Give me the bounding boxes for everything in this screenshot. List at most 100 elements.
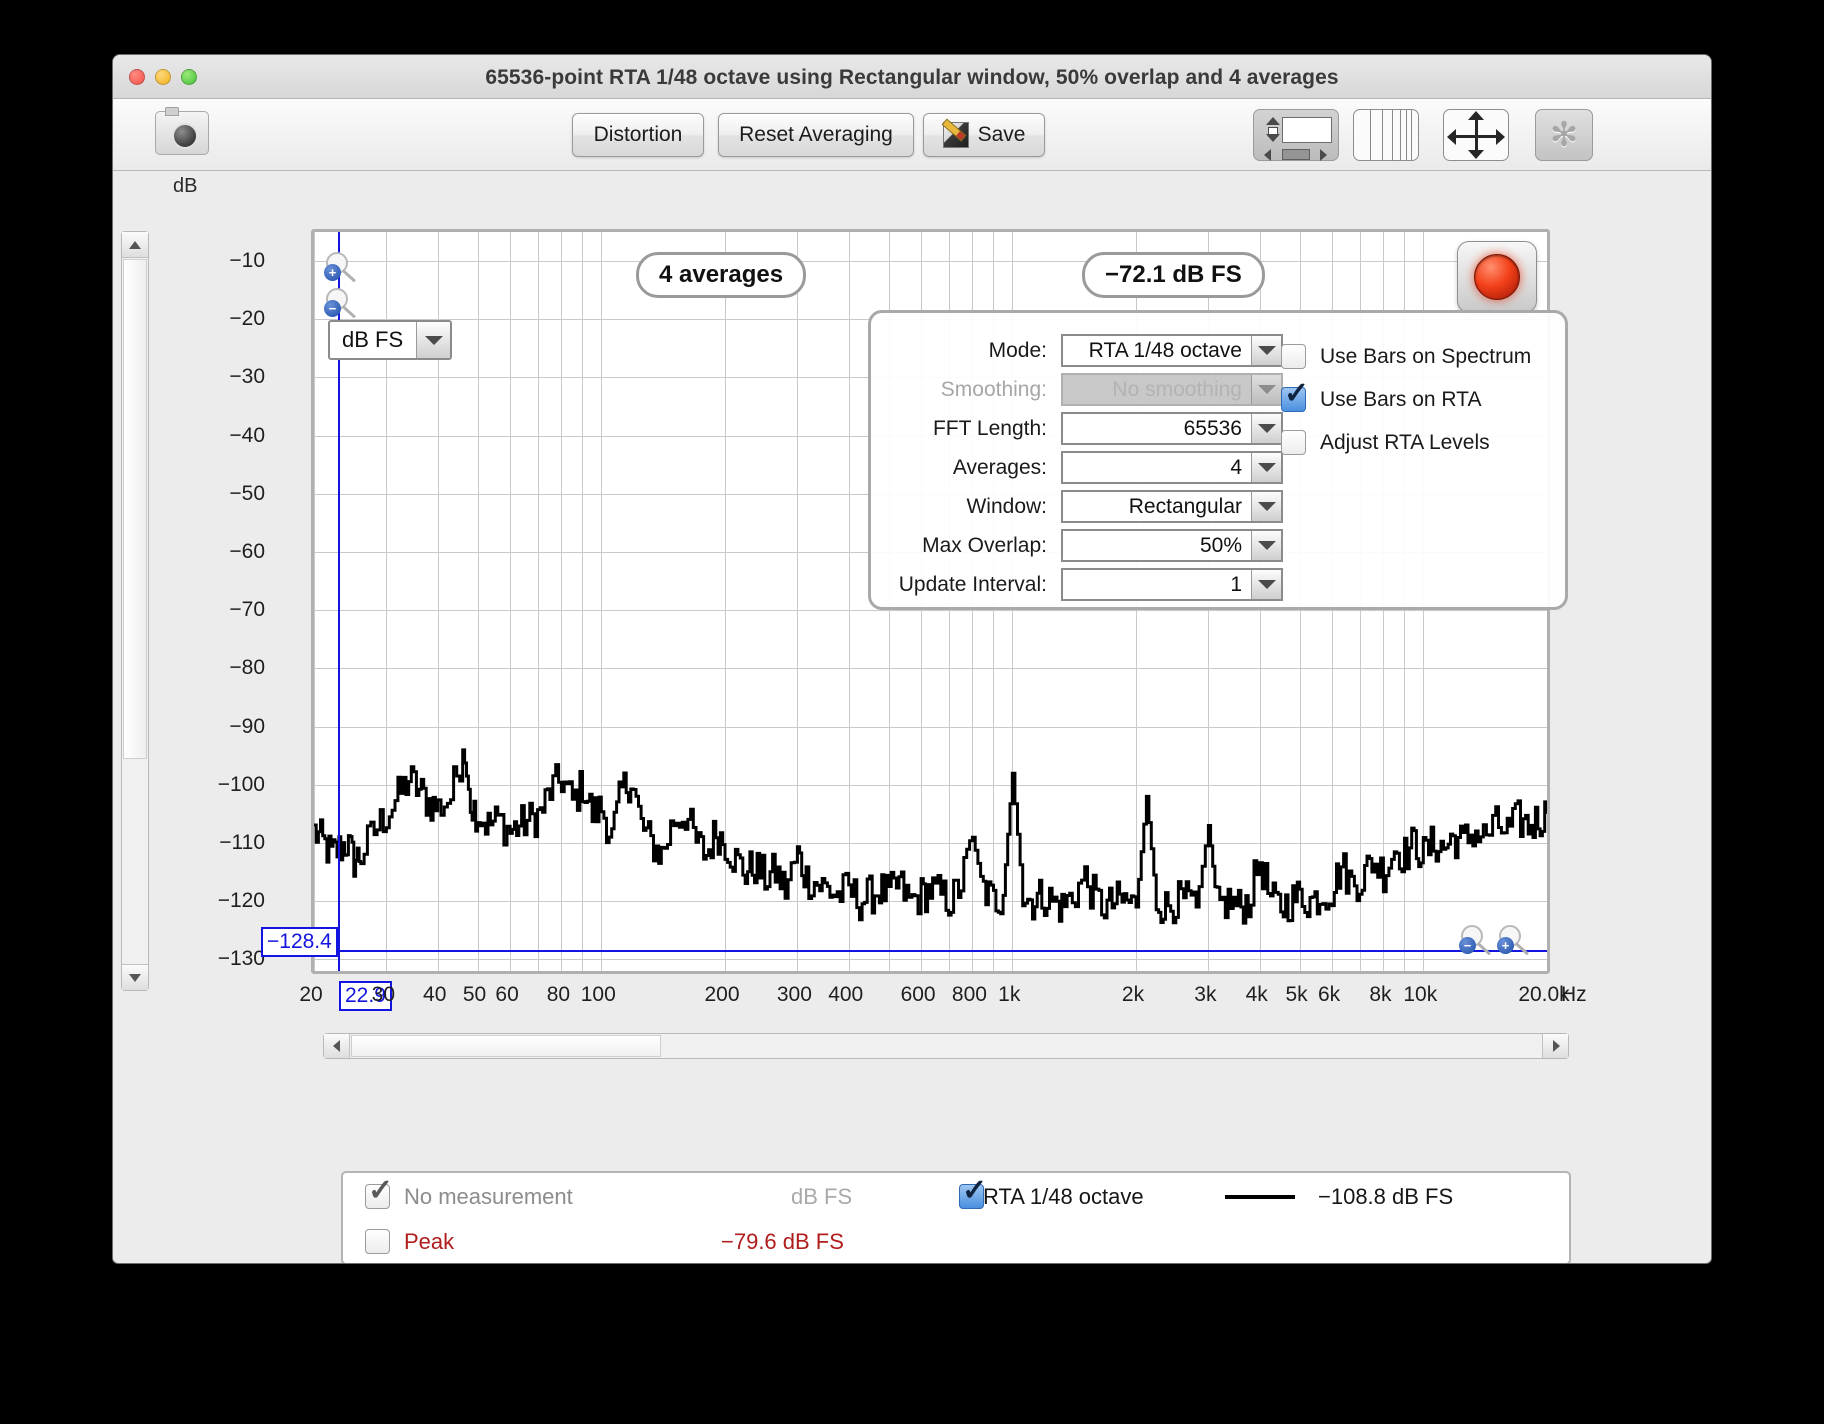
x-axis-tick-label: 3k — [1194, 983, 1217, 1006]
settings-checkbox-row[interactable]: Use Bars on RTA — [1281, 378, 1531, 421]
save-button-label: Save — [977, 123, 1026, 146]
scroll-right-button[interactable] — [1542, 1034, 1568, 1058]
settings-label-1: Smoothing: — [940, 377, 1047, 401]
layout-left-arrow-icon — [1264, 149, 1271, 161]
zoom-in-icon[interactable]: + — [1497, 925, 1533, 959]
unit-selector-value: dB FS — [342, 327, 404, 352]
layout-down-arrow-icon — [1266, 134, 1280, 142]
reset-averaging-button[interactable]: Reset Averaging — [718, 113, 914, 157]
scroll-down-button[interactable] — [122, 964, 148, 990]
save-document-icon — [942, 122, 969, 148]
rta-legend-label: RTA 1/48 octave — [983, 1183, 1144, 1209]
chevron-down-icon[interactable] — [1251, 531, 1281, 560]
title-bar: 65536-point RTA 1/48 octave using Rectan… — [113, 55, 1711, 99]
legend-row-peak: Peak −79.6 dB FS — [343, 1218, 1569, 1263]
settings-row: Max Overlap: 50% — [893, 526, 1543, 565]
y-axis-tick-label: −40 — [229, 423, 265, 447]
settings-panel: Mode: RTA 1/48 octave Smoothing: No smoothi… — [868, 310, 1568, 610]
x-axis-tick-label: 20 — [299, 983, 323, 1006]
rta-legend-value: −108.8 dB FS — [1318, 1183, 1454, 1209]
no-measurement-label: No measurement — [404, 1183, 573, 1209]
chevron-down-icon[interactable] — [416, 322, 450, 358]
vertical-scroll-thumb[interactable] — [123, 259, 147, 759]
checkbox-0[interactable] — [1281, 344, 1306, 369]
zoom-out-icon[interactable]: − — [324, 288, 360, 322]
chevron-left-icon — [333, 1040, 340, 1052]
y-axis-tick-label: −60 — [229, 540, 265, 564]
vertical-scrollbar[interactable] — [121, 231, 149, 991]
settings-checkbox-row[interactable]: Use Bars on Spectrum — [1281, 335, 1531, 378]
settings-value-2: 65536 — [1183, 416, 1242, 440]
zoom-out-icon[interactable]: − — [1459, 925, 1495, 959]
plot-region: dB −10 −20 −30 −40 −50 −60 −70 −80 −90 −100 −110 −1… — [113, 171, 1711, 1263]
peak-label: Peak — [404, 1228, 455, 1254]
x-axis-tick-label: 30 — [371, 983, 396, 1006]
window-layout-icon[interactable] — [1253, 109, 1339, 161]
settings-value-6: 1 — [1230, 572, 1242, 596]
measurement-legend: No measurement dB FS RTA 1/48 octave −10… — [341, 1171, 1571, 1263]
chevron-down-icon[interactable] — [1251, 414, 1281, 443]
settings-row: Window: Rectangular — [893, 487, 1543, 526]
record-button[interactable] — [1457, 241, 1537, 313]
horizontal-scrollbar[interactable] — [323, 1033, 1569, 1059]
checkbox-label-0: Use Bars on Spectrum — [1320, 344, 1532, 368]
settings-dropdown-2[interactable]: 65536 — [1061, 412, 1283, 445]
x-axis-tick-label: 200 — [704, 983, 740, 1006]
distortion-button[interactable]: Distortion — [572, 113, 704, 157]
y-axis-tick-label: −70 — [229, 598, 265, 622]
zoom-in-icon[interactable]: + — [324, 252, 360, 286]
pan-move-icon[interactable] — [1443, 109, 1509, 161]
rta-legend-checkbox[interactable] — [959, 1176, 987, 1209]
scroll-up-button[interactable] — [122, 232, 148, 258]
peak-checkbox[interactable] — [365, 1229, 390, 1254]
unit-selector[interactable]: dB FS — [328, 320, 452, 360]
settings-dropdown-5[interactable]: 50% — [1061, 529, 1283, 562]
x-axis-unit: Hz — [1561, 983, 1587, 1006]
x-axis-labels: 20 30 40 50 60 80 100 200 300 400 600 800 1k 2k 3k 4k 5k… — [299, 983, 1569, 1017]
settings-label-5: Max Overlap: — [922, 533, 1047, 557]
chevron-down-icon[interactable] — [1251, 492, 1281, 521]
gear-icon[interactable]: ✻ — [1535, 109, 1593, 161]
settings-value-5: 50% — [1199, 533, 1242, 557]
settings-checkboxes: Use Bars on Spectrum Use Bars on RTA Adjus… — [1281, 335, 1531, 464]
settings-dropdown-0[interactable]: RTA 1/48 octave — [1061, 334, 1283, 367]
settings-dropdown-4[interactable]: Rectangular — [1061, 490, 1283, 523]
rta-legend-swatch — [1225, 1195, 1295, 1199]
chevron-down-icon[interactable] — [1251, 570, 1281, 599]
x-axis-tick-label: 8k — [1369, 983, 1392, 1006]
cursor-y-readout[interactable]: −128.4 — [261, 927, 338, 957]
zoom-in-plus-glyph: + — [324, 264, 341, 281]
x-axis-tick-label: 1k — [998, 983, 1021, 1006]
save-button[interactable]: Save — [923, 113, 1045, 157]
settings-label-2: FFT Length: — [932, 416, 1047, 440]
settings-value-1: No smoothing — [1112, 377, 1242, 401]
y-axis-tick-label: −50 — [229, 481, 265, 505]
camera-icon[interactable] — [155, 107, 209, 155]
x-axis-tick-label: 40 — [423, 983, 447, 1006]
settings-checkbox-row[interactable]: Adjust RTA Levels — [1281, 421, 1531, 464]
chevron-down-icon[interactable] — [1251, 453, 1281, 482]
horizontal-scroll-thumb[interactable] — [351, 1035, 661, 1057]
gear-glyph: ✻ — [1549, 116, 1579, 154]
x-axis-tick-label: 10k — [1403, 983, 1438, 1006]
zoom-out-minus-glyph: − — [324, 300, 341, 317]
checkbox-2[interactable] — [1281, 430, 1306, 455]
no-measurement-checkbox[interactable] — [365, 1176, 393, 1209]
scroll-left-button[interactable] — [324, 1034, 350, 1058]
cursor-horizontal-line[interactable] — [314, 950, 1547, 953]
vertical-bars-icon[interactable] — [1353, 109, 1419, 161]
chevron-down-icon[interactable] — [1251, 336, 1281, 365]
checkbox-1[interactable] — [1281, 379, 1309, 412]
settings-value-0: RTA 1/48 octave — [1088, 338, 1242, 362]
y-axis-tick-label: −110 — [219, 830, 265, 854]
y-axis-tick-label: −30 — [229, 365, 265, 389]
settings-dropdown-3[interactable]: 4 — [1061, 451, 1283, 484]
window-title: 65536-point RTA 1/48 octave using Rectan… — [485, 66, 1339, 89]
settings-dropdown-1: No smoothing — [1061, 373, 1283, 406]
y-axis-tick-label: −100 — [217, 772, 265, 796]
settings-dropdown-6[interactable]: 1 — [1061, 568, 1283, 601]
settings-label-6: Update Interval: — [898, 572, 1047, 596]
y-axis-tick-label: −130 — [217, 947, 265, 971]
zoom-out-minus-glyph: − — [1459, 937, 1476, 954]
x-axis-tick-label: 100 — [580, 983, 616, 1006]
